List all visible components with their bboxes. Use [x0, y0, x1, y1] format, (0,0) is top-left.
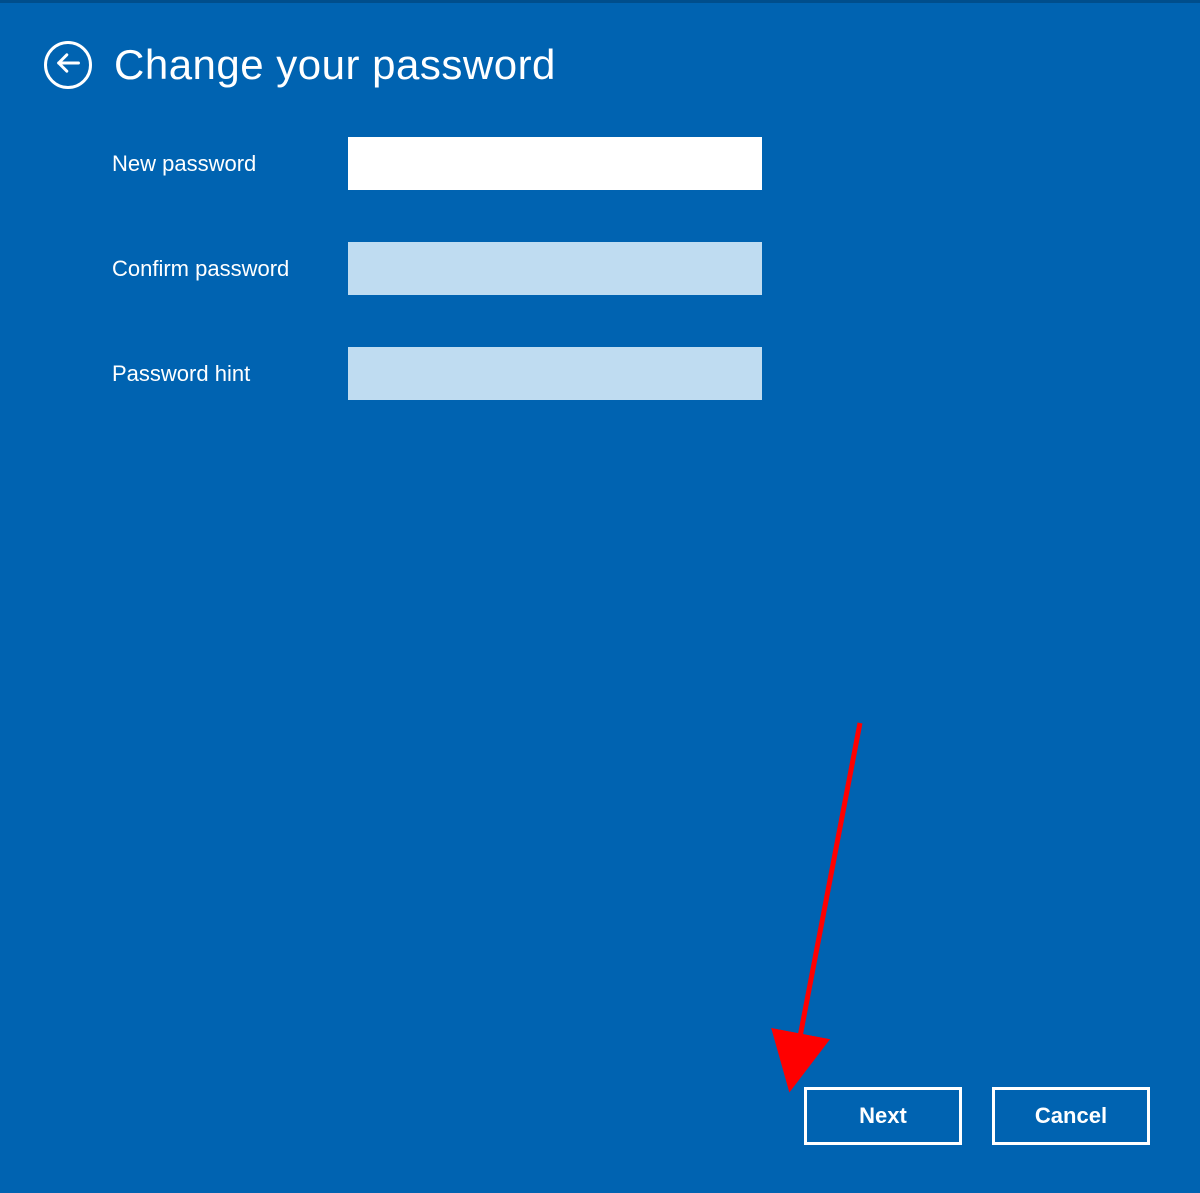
- page-header: Change your password: [0, 3, 1200, 89]
- new-password-input[interactable]: [348, 137, 762, 190]
- arrow-left-icon: [54, 49, 82, 82]
- back-button[interactable]: [44, 41, 92, 89]
- password-form: New password Confirm password Password h…: [0, 137, 1200, 400]
- next-button[interactable]: Next: [804, 1087, 962, 1145]
- password-hint-row: Password hint: [112, 347, 1200, 400]
- annotation-arrow: [720, 713, 890, 1103]
- confirm-password-input[interactable]: [348, 242, 762, 295]
- new-password-label: New password: [112, 151, 348, 177]
- page-title: Change your password: [114, 41, 556, 89]
- confirm-password-row: Confirm password: [112, 242, 1200, 295]
- password-hint-label: Password hint: [112, 361, 348, 387]
- password-hint-input[interactable]: [348, 347, 762, 400]
- footer-actions: Next Cancel: [804, 1087, 1150, 1145]
- confirm-password-label: Confirm password: [112, 256, 348, 282]
- cancel-button[interactable]: Cancel: [992, 1087, 1150, 1145]
- new-password-row: New password: [112, 137, 1200, 190]
